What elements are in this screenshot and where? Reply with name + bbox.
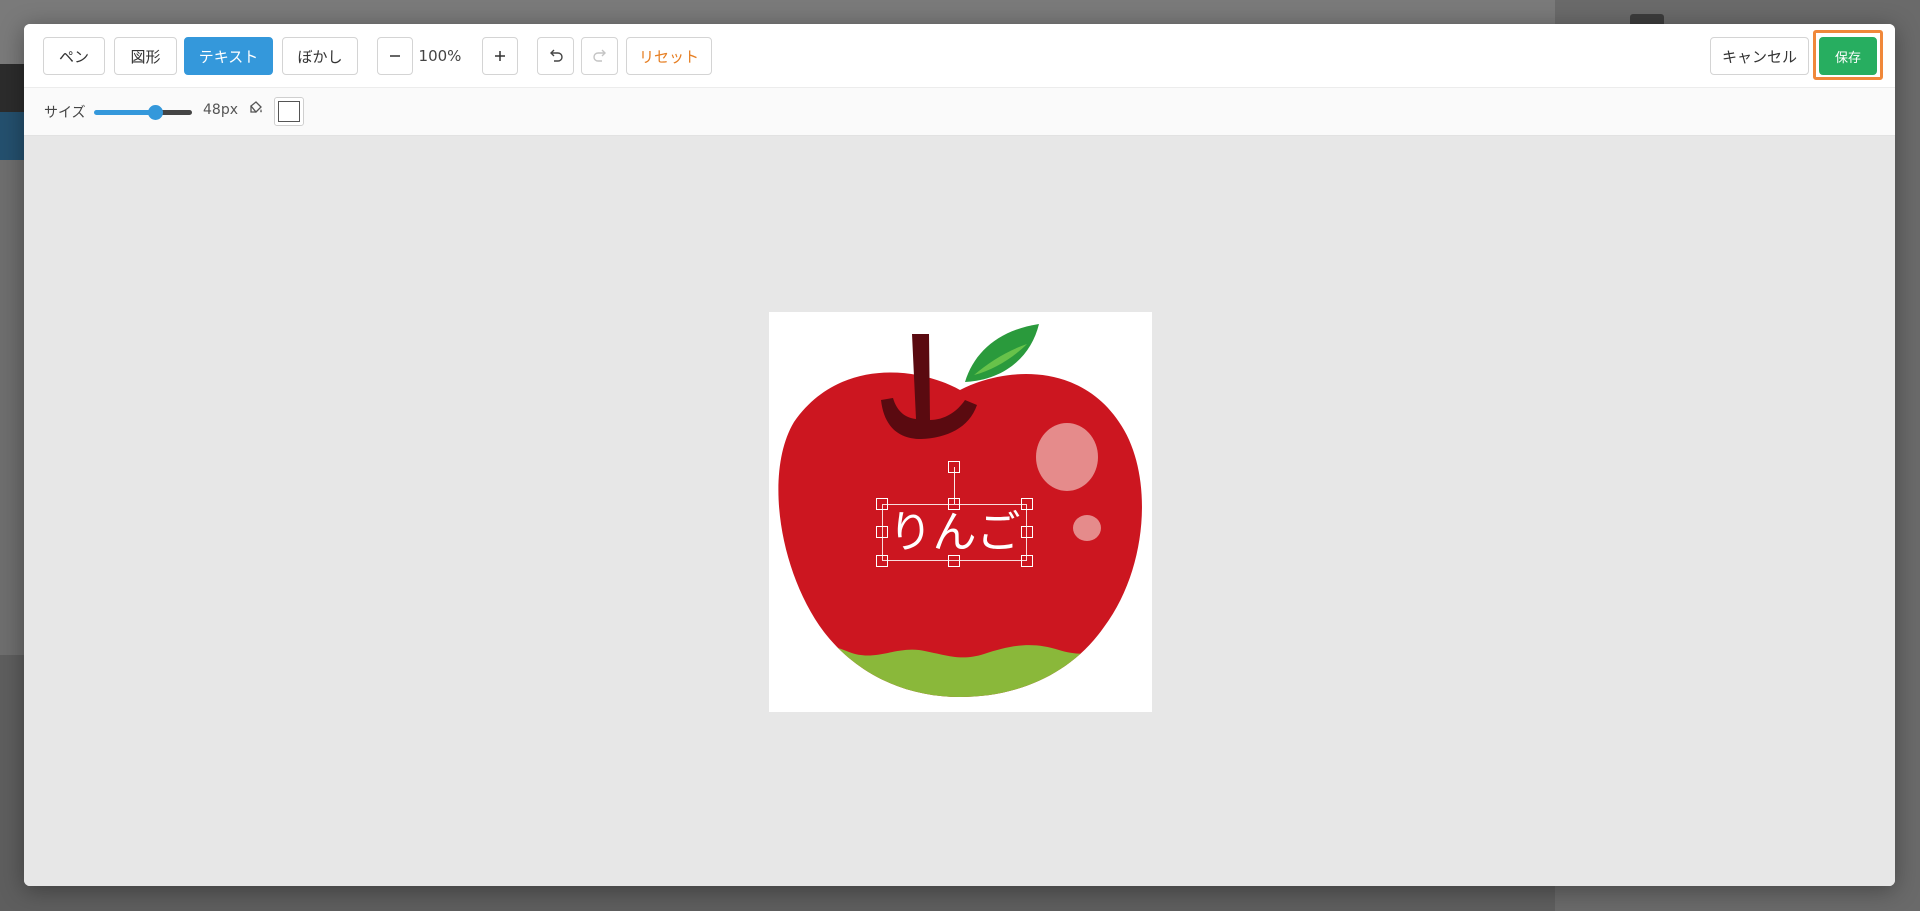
plus-icon [494,50,506,62]
image-editor-modal: ペン 図形 テキスト ぼかし 100% リセット キャンセル 保存 サイズ 48… [24,24,1895,886]
size-value: 48px [203,102,238,118]
undo-button[interactable] [537,37,574,75]
size-label: サイズ [44,105,86,121]
tool-options-bar: サイズ 48px [24,88,1895,136]
resize-handle-top-left[interactable] [876,498,888,510]
text-color-swatch [278,101,300,122]
size-slider[interactable] [94,105,192,120]
resize-handle-top-right[interactable] [1021,498,1033,510]
apple-image: りんご [769,312,1152,712]
resize-handle-bottom-right[interactable] [1021,555,1033,567]
editor-canvas[interactable]: りんご [24,136,1895,886]
resize-handle-bottom-left[interactable] [876,555,888,567]
resize-handle-bottom[interactable] [948,555,960,567]
resize-handle-top[interactable] [948,498,960,510]
resize-handle-right[interactable] [1021,526,1033,538]
save-button[interactable]: 保存 [1819,37,1877,75]
paint-bucket-icon [248,100,264,120]
tool-shape-button[interactable]: 図形 [114,37,177,75]
tool-text-button[interactable]: テキスト [184,37,273,75]
zoom-in-button[interactable] [482,37,518,75]
zoom-out-button[interactable] [377,37,413,75]
cancel-button[interactable]: キャンセル [1710,37,1809,75]
rotation-handle[interactable] [948,461,960,473]
text-object[interactable]: りんご [882,504,1027,561]
editor-toolbar: ペン 図形 テキスト ぼかし 100% リセット キャンセル 保存 [24,24,1895,88]
redo-icon [592,49,608,63]
reset-button[interactable]: リセット [626,37,712,75]
zoom-level: 100% [418,47,462,65]
tool-pen-button[interactable]: ペン [43,37,105,75]
resize-handle-left[interactable] [876,526,888,538]
redo-button[interactable] [581,37,618,75]
tool-blur-button[interactable]: ぼかし [282,37,358,75]
text-color-picker[interactable] [274,97,304,126]
minus-icon [389,50,401,62]
size-slider-thumb[interactable] [147,105,163,120]
undo-icon [548,49,564,63]
